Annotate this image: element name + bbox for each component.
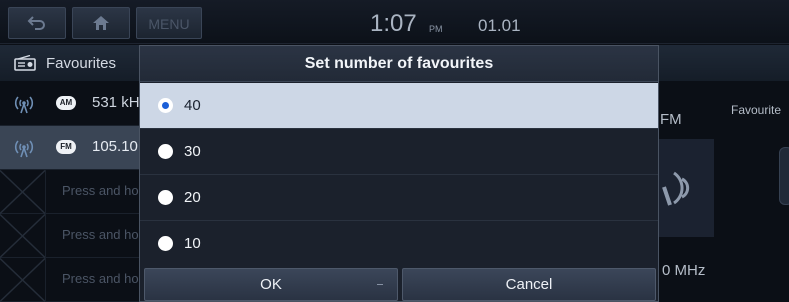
dialog-title: Set number of favourites: [140, 46, 658, 82]
menu-button[interactable]: MENU: [136, 7, 202, 39]
option-label: 40: [184, 97, 201, 114]
list-item[interactable]: Press and hold: [0, 214, 149, 258]
list-item[interactable]: AM 531 kHz: [0, 82, 147, 126]
divider: [377, 284, 383, 285]
radio-icon: [14, 55, 36, 71]
broadcast-icon: [662, 171, 690, 206]
option-label: 10: [184, 235, 201, 252]
cancel-button[interactable]: Cancel: [402, 268, 656, 301]
status-bar: MENU 1:07 PM 01.01: [0, 0, 789, 44]
list-item-placeholder: Press and hold: [62, 227, 149, 242]
favourites-list: AM 531 kHz FM 105.10 Press and hold Pres…: [0, 82, 149, 302]
list-item[interactable]: Press and hold: [0, 258, 149, 302]
option-label: 20: [184, 189, 201, 206]
radio-button[interactable]: [158, 190, 173, 205]
antenna-icon: [14, 140, 34, 158]
empty-slot-icon: [0, 214, 46, 258]
side-handle[interactable]: [779, 147, 789, 205]
antenna-icon: [14, 96, 34, 114]
ok-button[interactable]: OK: [144, 268, 398, 301]
option-label: 30: [184, 143, 201, 160]
date: 01.01: [478, 16, 521, 35]
list-item-placeholder: Press and hold: [62, 271, 149, 286]
clock-ampm: PM: [429, 24, 443, 34]
band-badge: FM: [56, 140, 76, 154]
list-item-frequency: 105.10: [92, 138, 138, 155]
empty-slot-icon: [0, 170, 46, 214]
radio-button[interactable]: [158, 98, 173, 113]
radio-button[interactable]: [158, 144, 173, 159]
empty-slot-icon: [0, 258, 46, 302]
frequency-readout: 0 MHz: [662, 262, 706, 279]
page-title: Favourites: [46, 55, 117, 72]
option-30[interactable]: 30: [140, 129, 658, 175]
list-item[interactable]: Press and hold: [0, 170, 149, 214]
radio-button[interactable]: [158, 236, 173, 251]
band-label: FM: [660, 111, 682, 128]
favourite-label: Favourite: [731, 103, 782, 117]
option-20[interactable]: 20: [140, 175, 658, 221]
home-button[interactable]: [72, 7, 130, 39]
band-badge: AM: [56, 96, 76, 110]
list-item[interactable]: FM 105.10: [0, 126, 146, 170]
favourites-count-dialog: Set number of favourites 40 30 20 10 OK …: [139, 45, 659, 302]
list-item-placeholder: Press and hold: [62, 183, 149, 198]
station-art: [652, 139, 714, 237]
clock-time: 1:07: [370, 10, 417, 37]
ok-label: OK: [260, 276, 282, 293]
option-10[interactable]: 10: [140, 221, 658, 267]
home-icon: [93, 16, 109, 30]
back-icon: [27, 16, 45, 30]
back-button[interactable]: [8, 7, 66, 39]
cancel-label: Cancel: [505, 276, 553, 293]
option-40[interactable]: 40: [140, 83, 658, 129]
menu-label: MENU: [148, 16, 190, 32]
